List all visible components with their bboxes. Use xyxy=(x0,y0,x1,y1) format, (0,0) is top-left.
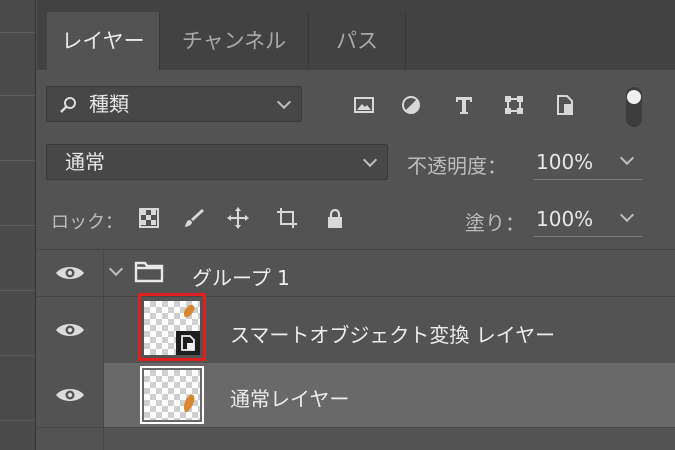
canvas-edge-strip xyxy=(0,0,36,450)
lock-transparency-icon[interactable] xyxy=(138,207,160,229)
chevron-down-icon xyxy=(362,152,378,168)
lock-all-icon[interactable] xyxy=(324,207,346,229)
folder-icon xyxy=(134,261,164,283)
adjustment-filter-icon[interactable] xyxy=(400,94,422,116)
layer-row-smart-object[interactable]: スマートオブジェクト変換 レイヤー xyxy=(37,293,675,363)
image-filter-icon[interactable] xyxy=(353,94,375,116)
opacity-label: 不透明度： xyxy=(407,154,507,178)
layer-thumbnail[interactable] xyxy=(140,366,204,424)
opacity-chevron-down-icon[interactable] xyxy=(619,150,635,166)
tab-paths[interactable]: パス xyxy=(309,12,405,70)
tab-channels[interactable]: チャンネル xyxy=(160,12,308,70)
filter-kind-select[interactable]: 種類 xyxy=(46,86,302,122)
panel-tab-bar: レイヤー チャンネル パス xyxy=(37,12,675,70)
sprite-image xyxy=(183,394,195,413)
smart-object-badge-icon xyxy=(176,331,200,355)
lock-position-move-icon[interactable] xyxy=(227,207,249,229)
layer-thumbnail[interactable] xyxy=(144,301,200,355)
lock-artboard-icon[interactable] xyxy=(276,207,298,229)
lock-label: ロック： xyxy=(51,212,123,233)
visibility-eye-icon[interactable] xyxy=(55,264,85,282)
tab-layers[interactable]: レイヤー xyxy=(47,12,159,70)
layer-row-normal[interactable]: 通常レイヤー xyxy=(37,363,675,427)
blend-mode-label: 通常 xyxy=(65,150,105,174)
layer-name: スマートオブジェクト変換 レイヤー xyxy=(230,323,556,347)
visibility-eye-icon[interactable] xyxy=(55,386,85,404)
fill-input[interactable]: 100% xyxy=(536,207,593,231)
visibility-eye-icon[interactable] xyxy=(55,321,85,339)
filter-kind-label: 種類 xyxy=(89,92,129,116)
lock-pixels-brush-icon[interactable] xyxy=(183,207,205,229)
chevron-down-icon[interactable] xyxy=(108,261,124,277)
fill-chevron-down-icon[interactable] xyxy=(619,207,635,223)
opacity-input[interactable]: 100% xyxy=(536,150,593,174)
layer-row-group[interactable]: グループ 1 xyxy=(37,250,675,296)
layer-name: グループ 1 xyxy=(192,266,290,290)
chevron-down-icon xyxy=(276,94,292,110)
fill-label: 塗り： xyxy=(465,211,525,235)
layer-name: 通常レイヤー xyxy=(230,387,350,411)
sprite-image xyxy=(183,304,195,318)
blend-mode-select[interactable]: 通常 xyxy=(46,144,388,180)
shape-filter-icon[interactable] xyxy=(503,94,525,116)
search-icon xyxy=(60,97,76,113)
type-filter-icon[interactable] xyxy=(453,94,475,116)
layers-panel: レイヤー チャンネル パス 種類 通常 不透明度： 100% ロック： 塗り： … xyxy=(37,0,675,450)
smart-object-filter-icon[interactable] xyxy=(554,94,576,116)
filter-toggle-switch[interactable] xyxy=(626,87,642,127)
